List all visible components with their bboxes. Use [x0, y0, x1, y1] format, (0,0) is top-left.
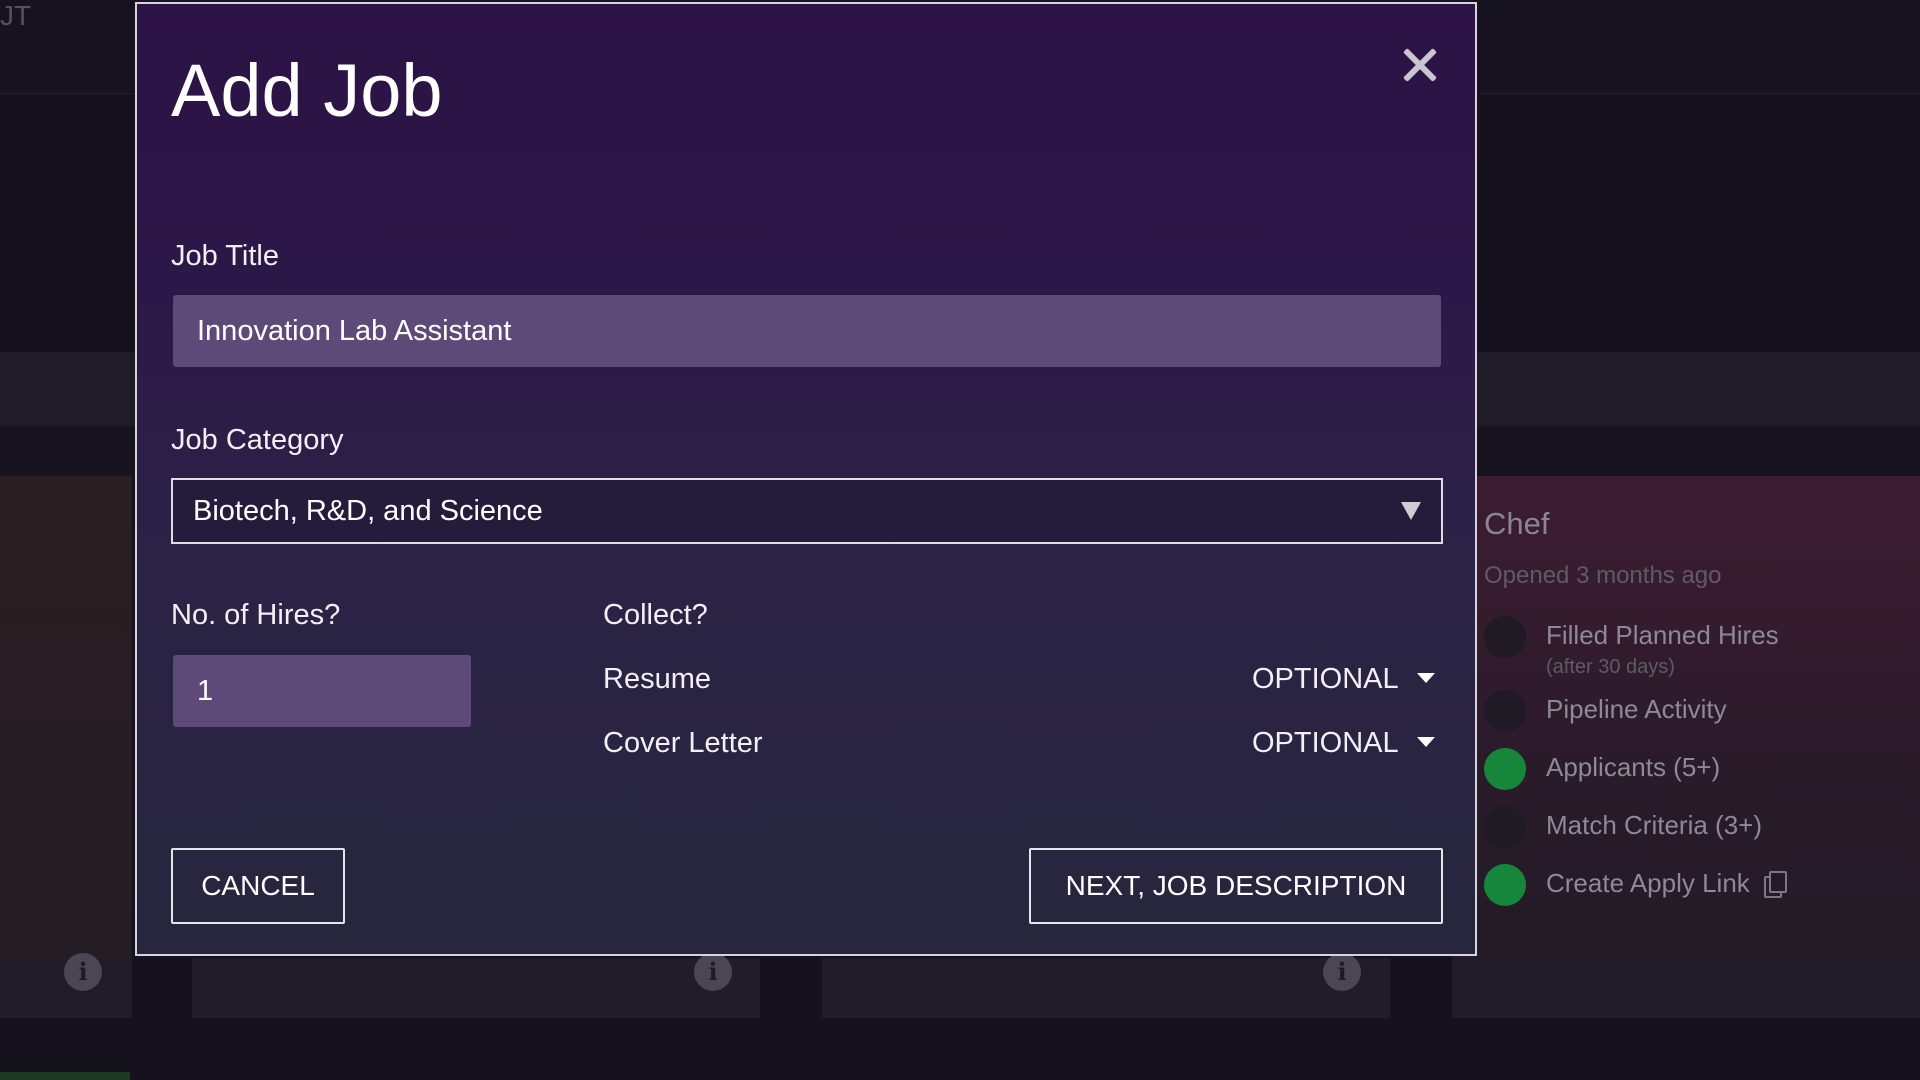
chef-card-content: Chef Opened 3 months ago [1484, 500, 1904, 590]
job-category-select[interactable]: Biotech, R&D, and Science [171, 478, 1443, 544]
job-title-input[interactable] [173, 295, 1441, 367]
cover-letter-requirement-dropdown[interactable]: OPTIONAL [1252, 727, 1435, 760]
copy-icon[interactable] [1763, 871, 1787, 898]
close-icon[interactable] [1397, 42, 1443, 88]
collect-label: Collect? [603, 599, 708, 631]
job-card-opened: Opened 3 months ago [1484, 562, 1722, 589]
hires-input[interactable] [173, 655, 471, 727]
cover-letter-label: Cover Letter [603, 727, 763, 759]
criteria-match-criteria: Match Criteria (3+) [1484, 806, 1904, 850]
status-dot [1484, 616, 1526, 658]
status-dot-met [1484, 748, 1526, 790]
criteria-label: Pipeline Activity [1546, 694, 1727, 724]
caret-down-icon [1416, 673, 1435, 683]
criteria-label: Filled Planned Hires [1546, 620, 1779, 650]
criteria-pipeline-activity: Pipeline Activity [1484, 690, 1904, 734]
background-bottom-card [192, 958, 760, 1018]
resume-requirement-value: OPTIONAL [1252, 663, 1399, 695]
status-dot [1484, 806, 1526, 848]
resume-requirement-dropdown[interactable]: OPTIONAL [1252, 663, 1435, 696]
criteria-applicants: Applicants (5+) [1484, 748, 1904, 792]
resume-label: Resume [603, 663, 711, 695]
job-category-value: Biotech, R&D, and Science [193, 495, 543, 527]
background-job-card-left [0, 476, 132, 1016]
status-dot-met [1484, 864, 1526, 906]
hires-label: No. of Hires? [171, 599, 341, 631]
caret-down-icon [1401, 502, 1421, 520]
cover-letter-requirement-value: OPTIONAL [1252, 727, 1399, 759]
next-job-description-button[interactable]: NEXT, JOB DESCRIPTION [1029, 848, 1443, 924]
add-job-modal: Add Job Job Title Job Category Biotech, … [135, 2, 1477, 956]
background-accent-strip [0, 1072, 130, 1080]
info-icon[interactable]: i [694, 953, 732, 991]
status-dot [1484, 690, 1526, 732]
criteria-filled-planned-hires: Filled Planned Hires (after 30 days) [1484, 616, 1904, 678]
criteria-sublabel: (after 30 days) [1546, 656, 1675, 678]
background-bottom-card [1452, 958, 1920, 1018]
criteria-label: Match Criteria (3+) [1546, 810, 1762, 840]
criteria-create-apply-link[interactable]: Create Apply Link [1484, 864, 1904, 908]
criteria-label: Applicants (5+) [1546, 752, 1721, 782]
brand-fragment: JT [0, 0, 32, 31]
criteria-label[interactable]: Create Apply Link [1546, 868, 1750, 898]
background-bottom-card [822, 958, 1390, 1018]
create-apply-link[interactable]: Create Apply Link [1546, 868, 1787, 899]
modal-title: Add Job [171, 49, 443, 132]
caret-down-icon [1416, 737, 1435, 747]
job-category-label: Job Category [171, 424, 344, 456]
cancel-button[interactable]: CANCEL [171, 848, 345, 924]
info-icon[interactable]: i [64, 953, 102, 991]
job-title-label: Job Title [171, 240, 279, 272]
info-icon[interactable]: i [1323, 953, 1361, 991]
job-card-title[interactable]: Chef [1484, 506, 1904, 542]
